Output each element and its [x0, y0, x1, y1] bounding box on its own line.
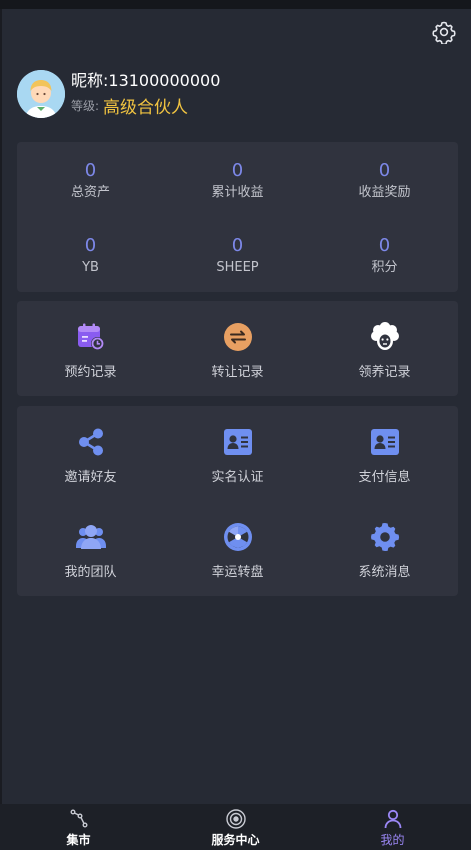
profile-info: 昵称:13100000000 等级: 高级合伙人: [71, 71, 220, 118]
wheel-icon: [221, 520, 255, 554]
id-card-icon: [221, 425, 255, 459]
stat-sheep[interactable]: 0 SHEEP: [164, 235, 311, 277]
item-label: 预约记录: [64, 365, 117, 380]
stat-points[interactable]: 0 积分: [311, 235, 458, 277]
stat-label: 累计收益: [211, 185, 264, 200]
records-card: 预约记录 转让记录 领养记录: [17, 301, 458, 396]
transfer-records-button[interactable]: 转让记录: [164, 301, 311, 396]
calendar-clock-icon: [74, 320, 108, 354]
tab-label: 服务中心: [211, 833, 260, 847]
left-edge: [0, 9, 2, 804]
tab-service-center[interactable]: 服务中心: [157, 804, 314, 850]
tab-market[interactable]: 集市: [0, 804, 157, 850]
gear-icon: [368, 520, 402, 554]
share-icon: [74, 425, 108, 459]
level-label: 等级:: [71, 98, 100, 113]
stat-cumulative-earnings[interactable]: 0 累计收益: [164, 160, 311, 202]
user-avatar-icon: [17, 70, 65, 118]
tab-mine[interactable]: 我的: [314, 804, 471, 850]
profile-header: 昵称:13100000000 等级: 高级合伙人: [17, 70, 220, 118]
stat-value: 0: [378, 160, 391, 181]
item-label: 领养记录: [358, 365, 411, 380]
avatar[interactable]: [17, 70, 65, 118]
my-team-button[interactable]: 我的团队: [17, 501, 164, 596]
real-name-verification-button[interactable]: 实名认证: [164, 406, 311, 501]
stat-label: 总资产: [70, 185, 110, 200]
level-row: 等级: 高级合伙人: [71, 93, 220, 118]
stat-label: 积分: [371, 260, 398, 275]
tab-label: 我的: [380, 833, 405, 847]
nickname: 昵称:13100000000: [71, 70, 221, 90]
stat-value: 0: [84, 160, 97, 181]
payment-info-button[interactable]: 支付信息: [311, 406, 458, 501]
stat-total-assets[interactable]: 0 总资产: [17, 160, 164, 202]
status-bar: [0, 0, 471, 9]
stat-yb[interactable]: 0 YB: [17, 235, 164, 277]
invite-friends-button[interactable]: 邀请好友: [17, 406, 164, 501]
stat-label: SHEEP: [216, 260, 259, 275]
lucky-wheel-button[interactable]: 幸运转盘: [164, 501, 311, 596]
bottom-tab-bar: 集市 服务中心 我的: [0, 804, 471, 850]
market-icon: [68, 808, 90, 830]
stat-earning-rewards[interactable]: 0 收益奖励: [311, 160, 458, 202]
item-label: 系统消息: [358, 565, 411, 580]
item-label: 转让记录: [211, 365, 264, 380]
tools-card: 邀请好友 实名认证 支付信息 我的团队 幸运转盘 系统消息: [17, 406, 458, 596]
user-icon: [382, 808, 404, 830]
stat-value: 0: [84, 235, 97, 256]
gear-icon: [432, 21, 456, 44]
item-label: 实名认证: [211, 470, 264, 485]
stats-card: 0 总资产 0 累计收益 0 收益奖励 0 YB 0 SHEEP 0 积分: [17, 142, 458, 292]
transfer-icon: [221, 320, 255, 354]
sheep-icon: [368, 320, 402, 354]
stat-label: 收益奖励: [358, 185, 411, 200]
stat-value: 0: [231, 235, 244, 256]
item-label: 邀请好友: [64, 470, 117, 485]
item-label: 我的团队: [64, 565, 117, 580]
stat-value: 0: [231, 160, 244, 181]
booking-records-button[interactable]: 预约记录: [17, 301, 164, 396]
stat-label: YB: [82, 260, 99, 275]
tab-label: 集市: [66, 833, 91, 847]
settings-button[interactable]: [431, 19, 457, 45]
level-value: 高级合伙人: [103, 97, 189, 118]
adoption-records-button[interactable]: 领养记录: [311, 301, 458, 396]
service-icon: [225, 808, 247, 830]
item-label: 支付信息: [358, 470, 411, 485]
item-label: 幸运转盘: [211, 565, 264, 580]
id-card-icon: [368, 425, 402, 459]
team-icon: [74, 520, 108, 554]
system-messages-button[interactable]: 系统消息: [311, 501, 458, 596]
stat-value: 0: [378, 235, 391, 256]
